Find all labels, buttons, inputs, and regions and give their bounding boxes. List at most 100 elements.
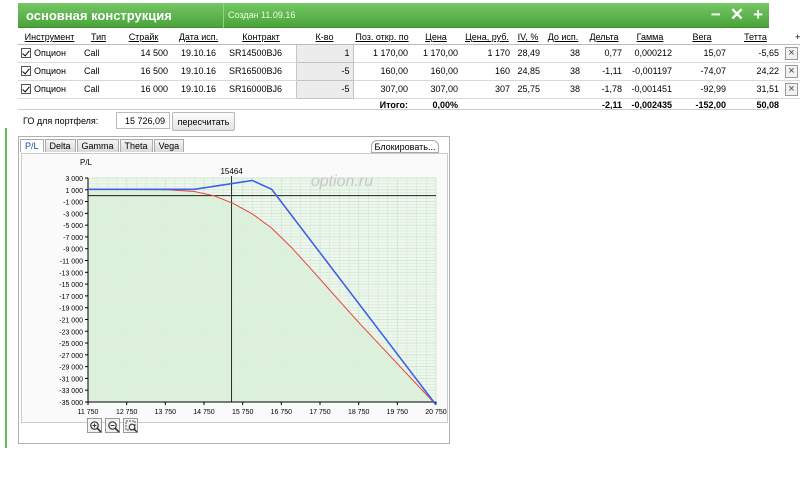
row-checkbox[interactable]: [21, 84, 31, 94]
x-tick-label: 15 750: [232, 409, 254, 416]
col-header[interactable]: Дельта: [583, 30, 625, 45]
gamma-cell: 0,000212: [625, 44, 675, 63]
col-header[interactable]: Инструмент: [18, 30, 81, 45]
col-header[interactable]: Цена, руб.: [461, 30, 513, 45]
col-header[interactable]: К-во: [296, 30, 353, 45]
price-rub-cell: 307: [461, 80, 513, 99]
col-header[interactable]: Страйк: [116, 30, 171, 45]
theta-cell: 31,51: [729, 80, 782, 99]
y-tick-label: -33 000: [59, 388, 83, 395]
col-header[interactable]: Тип: [81, 30, 116, 45]
tab-vega[interactable]: Vega: [153, 139, 185, 152]
col-header[interactable]: IV, %: [513, 30, 543, 45]
zoom-in-icon[interactable]: [87, 418, 102, 433]
col-header[interactable]: +/-: [782, 30, 800, 45]
table-header: Инструмент Тип Страйк Дата исп. Контракт…: [18, 30, 800, 45]
vega-cell: -74,07: [675, 62, 729, 81]
col-header[interactable]: Тетта: [729, 30, 782, 45]
gamma-cell: -0,001451: [625, 80, 675, 99]
days-cell: 38: [543, 44, 583, 63]
col-header[interactable]: Контракт: [226, 30, 296, 45]
row-checkbox[interactable]: [21, 66, 31, 76]
strike-cell: 16 000: [116, 80, 171, 99]
delta-cell: -1,11: [583, 62, 625, 81]
instrument-cell: Опцион: [18, 62, 81, 81]
x-tick-label: 11 750: [78, 409, 99, 416]
row-checkbox[interactable]: [21, 48, 31, 58]
col-header[interactable]: Вега: [675, 30, 729, 45]
instrument-name: Опцион: [34, 66, 67, 76]
y-tick-label: -5 000: [63, 223, 83, 230]
chart-panel: P/L Delta Gamma Theta Vega Блокировать..…: [18, 136, 450, 444]
recalculate-button[interactable]: пересчитать: [172, 112, 235, 131]
y-tick-label: -23 000: [59, 329, 83, 336]
zoom-out-icon[interactable]: [105, 418, 120, 433]
type-cell: Call: [81, 44, 116, 63]
days-cell: 38: [543, 62, 583, 81]
delta-cell: 0,77: [583, 44, 625, 63]
instrument-name: Опцион: [34, 84, 67, 94]
col-header[interactable]: Цена: [411, 30, 461, 45]
go-value-field[interactable]: 15 726,09: [116, 112, 170, 129]
gamma-cell: -0,001197: [625, 62, 675, 81]
vega-cell: 15,07: [675, 44, 729, 63]
tab-theta[interactable]: Theta: [119, 139, 153, 152]
y-tick-label: 1 000: [65, 188, 83, 195]
remove-row-button[interactable]: ×: [785, 82, 798, 96]
col-header[interactable]: До исп.: [543, 30, 583, 45]
x-tick-label: 18 750: [348, 409, 370, 416]
qty-input[interactable]: -5: [295, 61, 354, 81]
minimize-button[interactable]: −: [711, 6, 721, 24]
add-button[interactable]: +: [753, 6, 763, 24]
tab-pl[interactable]: P/L: [20, 139, 44, 152]
contract-cell: SR16500BJ6: [226, 62, 296, 81]
col-header[interactable]: Поз. откр. по: [353, 30, 411, 45]
col-header[interactable]: Гамма: [625, 30, 675, 45]
y-tick-label: -3 000: [63, 211, 83, 218]
y-tick-label: -29 000: [59, 365, 83, 372]
qty-input[interactable]: -5: [295, 79, 354, 99]
theta-cell: 24,22: [729, 62, 782, 81]
iv-cell: 25,75: [513, 80, 543, 99]
zoom-box-icon[interactable]: [123, 418, 138, 433]
remove-cell: ×: [782, 80, 800, 99]
remove-row-button[interactable]: ×: [785, 64, 798, 78]
go-label: ГО для портфеля:: [23, 116, 99, 126]
date-cell: 19.10.16: [171, 44, 226, 63]
positions-table: Инструмент Тип Страйк Дата исп. Контракт…: [18, 30, 800, 112]
y-tick-label: -19 000: [59, 306, 83, 313]
y-tick-label: -9 000: [63, 247, 83, 254]
tab-delta[interactable]: Delta: [44, 139, 76, 152]
iv-cell: 24,85: [513, 62, 543, 81]
strike-cell: 16 500: [116, 62, 171, 81]
price-cell: 307,00: [411, 80, 461, 99]
y-tick-label: -27 000: [59, 353, 83, 360]
strike-cell: 14 500: [116, 44, 171, 63]
title-bar: основная конструкция Создан 11.09.16 − ✕…: [18, 3, 769, 28]
y-tick-label: -13 000: [59, 270, 83, 277]
open-price-cell: 307,00: [353, 80, 411, 99]
tab-gamma[interactable]: Gamma: [76, 139, 119, 152]
remove-cell: ×: [782, 62, 800, 81]
price-rub-cell: 1 170: [461, 44, 513, 63]
y-axis-label: P/L: [80, 158, 93, 167]
vega-cell: -92,99: [675, 80, 729, 99]
y-tick-label: -7 000: [63, 235, 83, 242]
close-button[interactable]: ✕: [730, 6, 744, 24]
marker-label: 15464: [220, 167, 243, 176]
price-cell: 1 170,00: [411, 44, 461, 63]
col-header[interactable]: Дата исп.: [171, 30, 226, 45]
iv-cell: 28,49: [513, 44, 543, 63]
qty-input[interactable]: 1: [295, 43, 354, 63]
remove-row-button[interactable]: ×: [785, 46, 798, 60]
watermark-text: option.ru: [311, 173, 373, 190]
window-title: основная конструкция: [26, 8, 172, 23]
y-tick-label: -25 000: [59, 341, 83, 348]
delta-cell: -1,78: [583, 80, 625, 99]
days-cell: 38: [543, 80, 583, 99]
lock-button[interactable]: Блокировать...: [371, 140, 439, 153]
y-tick-label: -11 000: [60, 259, 83, 266]
price-rub-cell: 160: [461, 62, 513, 81]
y-tick-label: -15 000: [59, 282, 83, 289]
open-price-cell: 1 170,00: [353, 44, 411, 63]
